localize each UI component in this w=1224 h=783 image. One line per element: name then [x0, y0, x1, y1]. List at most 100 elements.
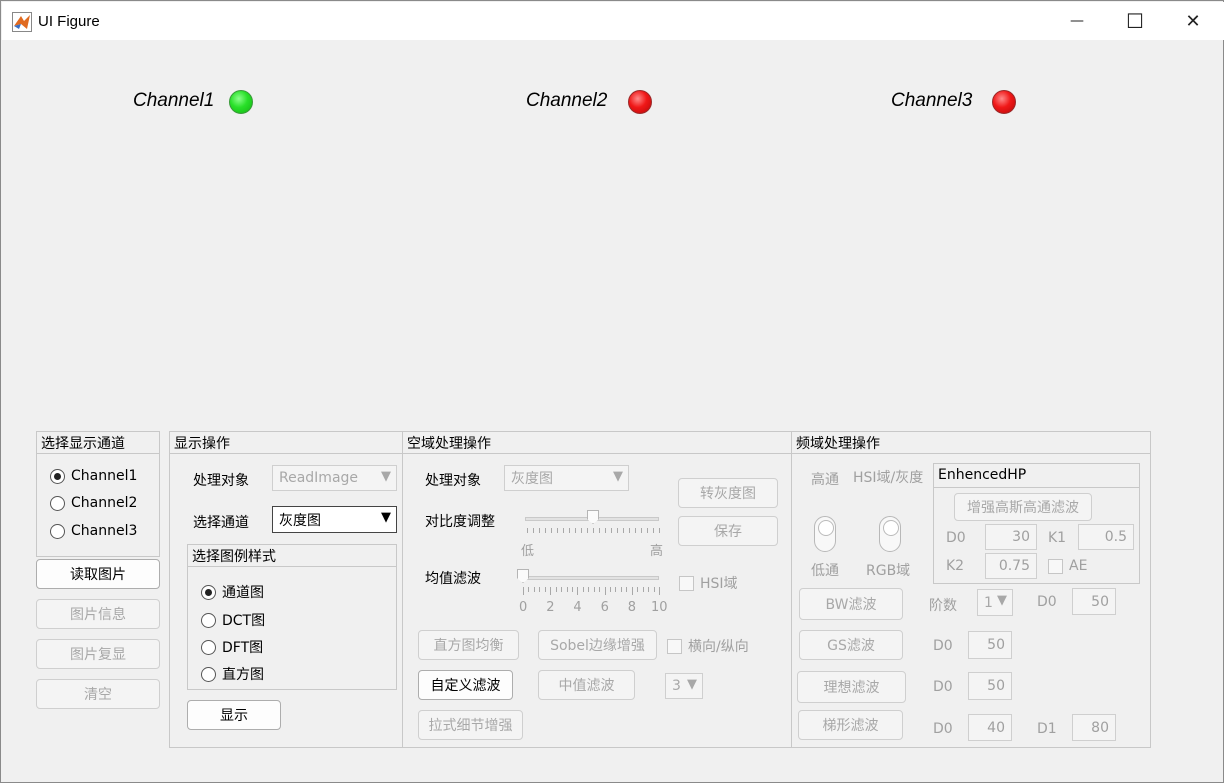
image-info-button[interactable]: 图片信息	[36, 599, 160, 629]
chevron-down-icon: ▼	[381, 510, 391, 525]
slider-tick	[629, 528, 630, 533]
radio-channel-map[interactable]: 通道图	[201, 582, 264, 602]
trap-d0-field[interactable]: 40	[968, 714, 1012, 741]
slider-tick	[544, 587, 546, 592]
radio-dot	[50, 523, 65, 539]
dropdown-value: 灰度图	[279, 512, 321, 529]
radio-dot	[50, 495, 65, 511]
radio-label: 通道图	[222, 585, 264, 601]
slider-tick-label: 6	[600, 600, 609, 615]
matlab-logo-icon	[12, 12, 32, 32]
slider-tick	[637, 587, 639, 592]
hsi-checkbox[interactable]: HSI域	[679, 573, 738, 593]
target-dropdown[interactable]: ReadImage ▼	[272, 465, 397, 491]
frequency-panel: 频域处理操作 高通 HSI域/灰度 低通 RGB域 EnhencedHP 增强高…	[791, 431, 1151, 748]
ae-checkbox[interactable]: AE	[1048, 558, 1087, 574]
radio-dct[interactable]: DCT图	[201, 610, 265, 630]
chevron-down-icon: ▼	[997, 593, 1007, 608]
highpass-lowpass-switch[interactable]	[814, 516, 836, 552]
median-filter-button[interactable]: 中值滤波	[538, 670, 635, 700]
slider-ticks	[521, 528, 665, 538]
d0-label: D0	[946, 530, 966, 546]
d0-field[interactable]: 30	[985, 524, 1037, 550]
radio-histogram[interactable]: 直方图	[201, 664, 264, 684]
slider-tick	[569, 528, 570, 533]
radio-label: Channel3	[71, 523, 138, 539]
slider-tick	[623, 528, 624, 533]
target-dropdown[interactable]: 灰度图 ▼	[504, 465, 629, 491]
spatial-panel: 空域处理操作 处理对象 灰度图 ▼ 转灰度图 保存 对比度调整 低 高 均值滤波 …	[402, 431, 792, 748]
median-size-dropdown[interactable]: 3 ▼	[665, 673, 703, 699]
radio-label: DCT图	[222, 613, 266, 629]
radio-dft[interactable]: DFT图	[201, 637, 263, 657]
trap-d0-label: D0	[933, 721, 953, 737]
contrast-label: 对比度调整	[425, 514, 495, 530]
gs-d0-field[interactable]: 50	[968, 631, 1012, 659]
horizontal-vertical-checkbox[interactable]: 横向/纵向	[667, 636, 749, 656]
sobel-enhance-button[interactable]: Sobel边缘增强	[538, 630, 657, 660]
order-dropdown[interactable]: 1 ▼	[977, 589, 1013, 616]
trap-d1-label: D1	[1037, 721, 1057, 737]
slider-thumb[interactable]	[517, 569, 529, 583]
lamp-label-channel3: Channel3	[891, 90, 973, 111]
panel-title: 显示操作	[174, 436, 230, 452]
slider-ticks	[517, 587, 667, 597]
channel-dropdown[interactable]: 灰度图 ▼	[272, 506, 397, 533]
read-image-button[interactable]: 读取图片	[36, 559, 160, 589]
group-title: EnhencedHP	[938, 467, 1027, 483]
to-gray-button[interactable]: 转灰度图	[678, 478, 778, 508]
laplace-enhance-button[interactable]: 拉式细节增强	[418, 710, 523, 740]
image-restore-button[interactable]: 图片复显	[36, 639, 160, 669]
checkbox-label: HSI域	[700, 576, 738, 592]
contrast-slider[interactable]: 低 高	[521, 508, 665, 559]
slider-tick	[642, 587, 644, 592]
slider-tick	[599, 528, 600, 533]
slider-tick	[533, 587, 535, 592]
ideal-d0-field[interactable]: 50	[968, 672, 1012, 700]
k1-field[interactable]: 0.5	[1078, 524, 1134, 550]
slider-thumb[interactable]	[587, 510, 599, 524]
mean-filter-slider[interactable]: 0 2 4 6 8 10	[517, 567, 668, 617]
slider-tick	[523, 587, 524, 595]
histogram-equalize-button[interactable]: 直方图均衡	[418, 630, 519, 660]
bw-d0-field[interactable]: 50	[1072, 588, 1116, 615]
close-button[interactable]: ✕	[1164, 2, 1222, 40]
divider	[792, 453, 1150, 454]
maximize-button[interactable]: ☐	[1106, 2, 1164, 40]
slider-tick-labels: 0 2 4 6 8 10	[517, 600, 668, 616]
slider-tick-label: 10	[651, 600, 668, 615]
bw-d0-label: D0	[1037, 594, 1057, 610]
radio-channel3[interactable]: Channel3	[50, 523, 137, 539]
slider-tick-label: 4	[573, 600, 582, 615]
slider-tick	[648, 587, 650, 592]
slider-tick	[615, 587, 617, 592]
trapezoid-filter-button[interactable]: 梯形滤波	[798, 710, 903, 740]
k2-field[interactable]: 0.75	[985, 553, 1037, 579]
chevron-down-icon: ▼	[687, 677, 697, 692]
radio-dot	[201, 584, 216, 600]
ideal-filter-button[interactable]: 理想滤波	[797, 671, 906, 703]
clear-button[interactable]: 清空	[36, 679, 160, 709]
lowpass-label: 低通	[811, 563, 839, 579]
bw-filter-button[interactable]: BW滤波	[799, 588, 903, 620]
lamp-channel2	[628, 90, 652, 114]
save-button[interactable]: 保存	[678, 516, 778, 546]
slider-tick	[593, 587, 595, 592]
divider	[37, 453, 159, 454]
gs-filter-button[interactable]: GS滤波	[799, 630, 903, 660]
radio-dot	[201, 612, 216, 628]
contrast-low-label: 低	[521, 544, 535, 559]
radio-channel1[interactable]: Channel1	[50, 468, 137, 484]
show-button[interactable]: 显示	[187, 700, 281, 730]
radio-channel2[interactable]: Channel2	[50, 495, 137, 511]
slider-tick	[604, 587, 606, 595]
slider-tick	[593, 528, 594, 533]
trap-d1-field[interactable]: 80	[1072, 714, 1116, 741]
order-label: 阶数	[929, 598, 957, 614]
domain-switch[interactable]	[879, 516, 901, 552]
minimize-button[interactable]: —	[1048, 2, 1106, 40]
custom-filter-button[interactable]: 自定义滤波	[418, 670, 513, 700]
close-icon: ✕	[1185, 10, 1201, 32]
enhanced-gauss-hp-button[interactable]: 增强高斯高通滤波	[954, 493, 1092, 521]
slider-tick	[533, 528, 534, 533]
